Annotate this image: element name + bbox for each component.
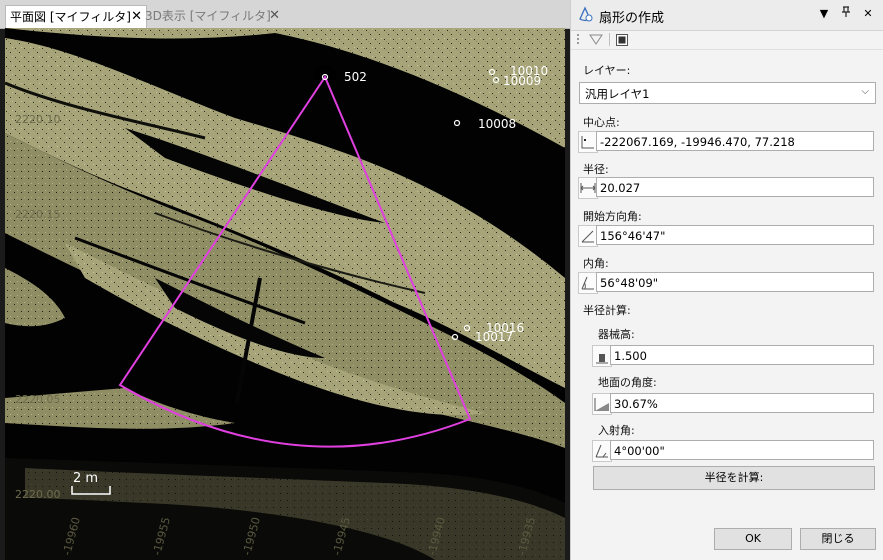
point-label: 10008 bbox=[478, 117, 516, 131]
survey-point[interactable] bbox=[453, 119, 461, 127]
incidence-angle-icon[interactable] bbox=[592, 440, 612, 462]
center-point-label: 中心点: bbox=[583, 116, 620, 129]
grip-icon bbox=[577, 34, 581, 49]
scale-bar-label: 2 m bbox=[73, 471, 98, 486]
point-label: 502 bbox=[344, 70, 367, 84]
panel-title: 扇形の作成 bbox=[599, 11, 665, 26]
tab-3d-view-label: 3D表示 [マイフィルタ] bbox=[145, 9, 271, 23]
center-point-input[interactable]: -222067.169, -19946.470, 77.218 bbox=[596, 131, 874, 151]
panel-toolbar bbox=[571, 31, 883, 50]
view-tabbar: 平面図 [マイフィルタ] ✕ 3D表示 [マイフィルタ] ✕ bbox=[0, 0, 570, 29]
filter-icon[interactable] bbox=[589, 34, 603, 49]
point-cloud-map[interactable]: 2220.10 2220.15 2220.05 2220.00 -19960 -… bbox=[5, 28, 565, 560]
panel-header: 扇形の作成 ▼ ✕ bbox=[571, 0, 883, 31]
tab-plan-view[interactable]: 平面図 [マイフィルタ] ✕ bbox=[5, 5, 147, 28]
incidence-angle-input[interactable]: 4°00'00" bbox=[610, 440, 874, 460]
ok-button[interactable]: OK bbox=[714, 528, 792, 550]
map-canvas[interactable]: 2220.10 2220.15 2220.05 2220.00 -19960 -… bbox=[5, 28, 565, 560]
measure-distance-icon[interactable] bbox=[578, 177, 598, 199]
radius-input[interactable]: 20.027 bbox=[596, 177, 874, 197]
ground-angle-input[interactable]: 30.67% bbox=[610, 393, 874, 413]
dropdown-arrow-icon[interactable]: ▼ bbox=[817, 6, 831, 22]
pick-point-icon[interactable] bbox=[578, 131, 598, 153]
instrument-height-icon[interactable] bbox=[592, 345, 612, 367]
tab-plan-view-label: 平面図 [マイフィルタ] bbox=[10, 10, 131, 24]
grid-label: 2220.10 bbox=[15, 113, 61, 126]
ground-slope-icon[interactable] bbox=[592, 393, 612, 415]
angle-icon[interactable] bbox=[578, 225, 598, 247]
toolbar-divider bbox=[609, 33, 610, 46]
inner-angle-icon[interactable] bbox=[578, 272, 598, 294]
layer-select-value: 汎用レイヤ1 bbox=[585, 87, 650, 101]
chevron-down-icon: ⌵ bbox=[861, 86, 869, 97]
instrument-height-label: 器械高: bbox=[598, 328, 635, 341]
grid-label: 2220.15 bbox=[15, 208, 61, 221]
inner-angle-input[interactable]: 56°48'09" bbox=[596, 272, 874, 292]
ground-angle-label: 地面の角度: bbox=[598, 376, 657, 389]
inner-angle-label: 内角: bbox=[583, 257, 609, 270]
grid-label: 2220.00 bbox=[15, 488, 61, 501]
close-icon[interactable]: ✕ bbox=[269, 5, 280, 27]
calculate-radius-button[interactable]: 半径を計算: bbox=[593, 466, 875, 490]
close-button[interactable]: 閉じる bbox=[800, 528, 876, 550]
tab-3d-view[interactable]: 3D表示 [マイフィルタ] ✕ bbox=[141, 5, 284, 27]
close-icon[interactable]: ✕ bbox=[861, 6, 875, 22]
pin-icon[interactable] bbox=[839, 6, 853, 23]
start-angle-label: 開始方向角: bbox=[583, 210, 642, 223]
point-label: 10017 bbox=[475, 330, 513, 344]
instrument-height-input[interactable]: 1.500 bbox=[610, 345, 874, 365]
grid-label: 2220.05 bbox=[15, 393, 61, 406]
layer-select[interactable]: 汎用レイヤ1 ⌵ bbox=[579, 82, 876, 104]
window-icon[interactable] bbox=[616, 34, 628, 49]
plan-view[interactable]: 平面図 [マイフィルタ] ✕ 3D表示 [マイフィルタ] ✕ 2220.10 2… bbox=[0, 0, 570, 560]
sector-tool-icon bbox=[577, 6, 593, 25]
incidence-angle-label: 入射角: bbox=[598, 424, 635, 437]
layer-label: レイヤー: bbox=[583, 64, 631, 77]
radius-label: 半径: bbox=[583, 163, 609, 176]
radius-calc-label: 半径計算: bbox=[583, 304, 631, 317]
start-angle-input[interactable]: 156°46'47" bbox=[596, 225, 874, 245]
point-label: 10009 bbox=[503, 74, 541, 88]
